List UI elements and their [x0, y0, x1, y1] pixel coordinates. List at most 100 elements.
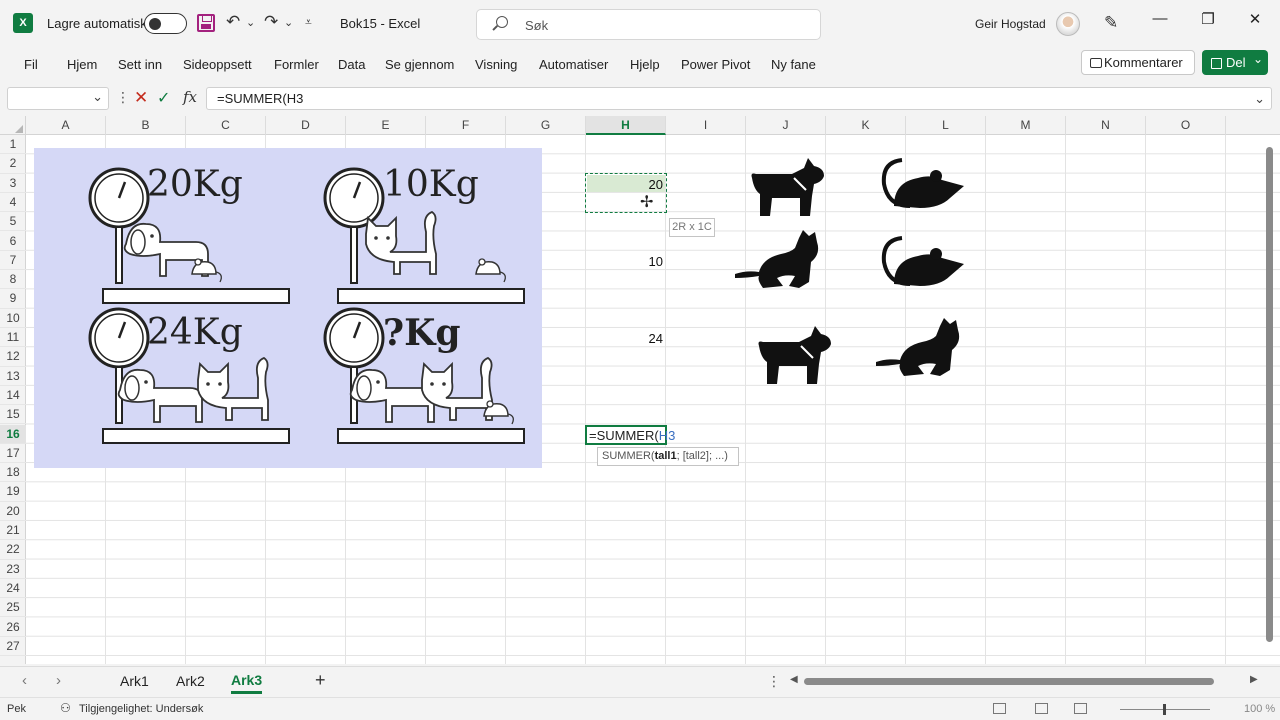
vertical-scrollbar[interactable] [1264, 135, 1276, 660]
row-header-10[interactable]: 10 [0, 309, 26, 328]
tab-sett-inn[interactable]: Sett inn [118, 57, 162, 72]
minimize-icon[interactable]: — [1145, 10, 1175, 27]
column-header-o[interactable]: O [1146, 116, 1226, 135]
tab-ny-fane[interactable]: Ny fane [771, 57, 816, 72]
close-icon[interactable]: ✕ [1240, 10, 1270, 28]
zoom-slider[interactable] [1120, 704, 1210, 715]
sheet-tab-ark2[interactable]: Ark2 [176, 673, 205, 689]
tab-automatiser[interactable]: Automatiser [539, 57, 608, 72]
row-header-20[interactable]: 20 [0, 502, 26, 521]
tab-visning[interactable]: Visning [475, 57, 517, 72]
row-header-18[interactable]: 18 [0, 463, 26, 483]
mouse-silhouette-icon-2[interactable] [880, 234, 966, 290]
row-header-1[interactable]: 1 [0, 135, 26, 155]
row-header-23[interactable]: 23 [0, 560, 26, 579]
column-header-b[interactable]: B [106, 116, 186, 135]
page-layout-icon[interactable] [1035, 703, 1048, 714]
row-header-12[interactable]: 12 [0, 347, 26, 367]
tab-split-handle-icon[interactable]: ⋮ [767, 673, 781, 690]
column-header-f[interactable]: F [426, 116, 506, 135]
sheet-tab-ark3[interactable]: Ark3 [231, 672, 263, 694]
horizontal-scrollbar[interactable]: ◀ ▶ [790, 674, 1263, 689]
undo-dropdown-icon[interactable]: ⌄ [246, 16, 255, 29]
cell-h3[interactable]: 20 [603, 177, 663, 192]
tab-hjem[interactable]: Hjem [67, 57, 97, 72]
tab-next-icon[interactable]: › [56, 672, 61, 689]
search-box[interactable]: Søk [476, 9, 821, 40]
column-header-e[interactable]: E [346, 116, 426, 135]
horizontal-scroll-thumb[interactable] [804, 678, 1214, 685]
tab-formler[interactable]: Formler [274, 57, 319, 72]
insert-function-icon[interactable]: fx [183, 88, 197, 106]
tab-se-gjennom[interactable]: Se gjennom [385, 57, 454, 72]
name-box[interactable]: ⌄ [7, 87, 109, 110]
row-header-22[interactable]: 22 [0, 540, 26, 560]
sheet-tab-ark1[interactable]: Ark1 [120, 673, 149, 689]
undo-icon[interactable]: ↶ [226, 12, 240, 32]
row-header-3[interactable]: 3 [0, 174, 26, 193]
row-header-2[interactable]: 2 [0, 154, 26, 174]
mouse-silhouette-icon[interactable] [880, 156, 966, 212]
row-header-27[interactable]: 27 [0, 637, 26, 657]
cancel-icon[interactable]: ✕ [134, 88, 148, 108]
redo-icon[interactable]: ↷ [264, 12, 278, 32]
formula-input[interactable]: =SUMMER(H3 ⌄ [206, 87, 1272, 110]
row-header-5[interactable]: 5 [0, 212, 26, 232]
more-options-icon[interactable]: ⋮ [116, 89, 130, 106]
row-header-26[interactable]: 26 [0, 618, 26, 637]
scale-puzzle-picture[interactable]: 20Kg 10Kg 24Kg ?Kg [34, 148, 542, 468]
column-header-d[interactable]: D [266, 116, 346, 135]
redo-dropdown-icon[interactable]: ⌄ [284, 16, 293, 29]
row-header-16[interactable]: 16 [0, 424, 26, 444]
restore-icon[interactable]: ❐ [1193, 10, 1223, 28]
row-header-11[interactable]: 11 [0, 328, 26, 348]
row-header-14[interactable]: 14 [0, 386, 26, 406]
page-break-view-icon[interactable] [1074, 703, 1087, 714]
row-header-19[interactable]: 19 [0, 482, 26, 502]
add-sheet-icon[interactable]: + [315, 670, 326, 691]
tab-data[interactable]: Data [338, 57, 365, 72]
share-button[interactable]: Del [1202, 47, 1268, 75]
scroll-left-icon[interactable]: ◀ [790, 674, 798, 685]
row-header-8[interactable]: 8 [0, 270, 26, 290]
row-header-7[interactable]: 7 [0, 251, 26, 271]
column-header-h[interactable]: H [586, 116, 666, 135]
expand-formula-icon[interactable]: ⌄ [1254, 88, 1265, 109]
avatar[interactable] [1056, 12, 1080, 36]
save-icon[interactable] [197, 14, 215, 32]
chevron-down-icon[interactable]: ⌄ [92, 89, 103, 105]
column-header-c[interactable]: C [186, 116, 266, 135]
comments-button[interactable]: Kommentarer [1081, 50, 1195, 75]
function-syntax-tooltip[interactable]: SUMMER(tall1; [tall2]; ...) [597, 447, 739, 466]
pen-icon[interactable]: ✎ [1104, 13, 1118, 33]
cell-h7[interactable]: 10 [603, 254, 663, 269]
accessibility-icon[interactable]: ⚇ [60, 701, 71, 715]
column-header-j[interactable]: J [746, 116, 826, 135]
vertical-scroll-thumb[interactable] [1266, 147, 1273, 642]
enter-check-icon[interactable]: ✓ [157, 88, 170, 108]
cat-silhouette-icon[interactable] [733, 226, 823, 292]
row-header-15[interactable]: 15 [0, 405, 26, 425]
customize-toolbar-icon[interactable]: ⩡ [305, 15, 312, 30]
row-header-6[interactable]: 6 [0, 232, 26, 251]
row-header-13[interactable]: 13 [0, 367, 26, 386]
tab-prev-icon[interactable]: ‹ [22, 672, 27, 689]
column-header-g[interactable]: G [506, 116, 586, 135]
scroll-right-icon[interactable]: ▶ [1250, 674, 1258, 685]
column-header-n[interactable]: N [1066, 116, 1146, 135]
column-header-m[interactable]: M [986, 116, 1066, 135]
row-header-17[interactable]: 17 [0, 444, 26, 464]
tab-sideoppsett[interactable]: Sideoppsett [183, 57, 252, 72]
column-header-a[interactable]: A [26, 116, 106, 135]
row-header-21[interactable]: 21 [0, 521, 26, 541]
dog-silhouette-icon[interactable] [748, 156, 828, 220]
row-header-25[interactable]: 25 [0, 598, 26, 618]
cell-h11[interactable]: 24 [603, 331, 663, 346]
zoom-level[interactable]: 100 % [1244, 703, 1275, 715]
autosave-toggle[interactable] [144, 13, 187, 34]
tab-fil[interactable]: Fil [24, 57, 38, 72]
cat-silhouette-icon-2[interactable] [874, 314, 964, 380]
select-all-corner[interactable] [0, 116, 26, 135]
normal-view-icon[interactable] [993, 703, 1006, 714]
row-header-24[interactable]: 24 [0, 579, 26, 599]
